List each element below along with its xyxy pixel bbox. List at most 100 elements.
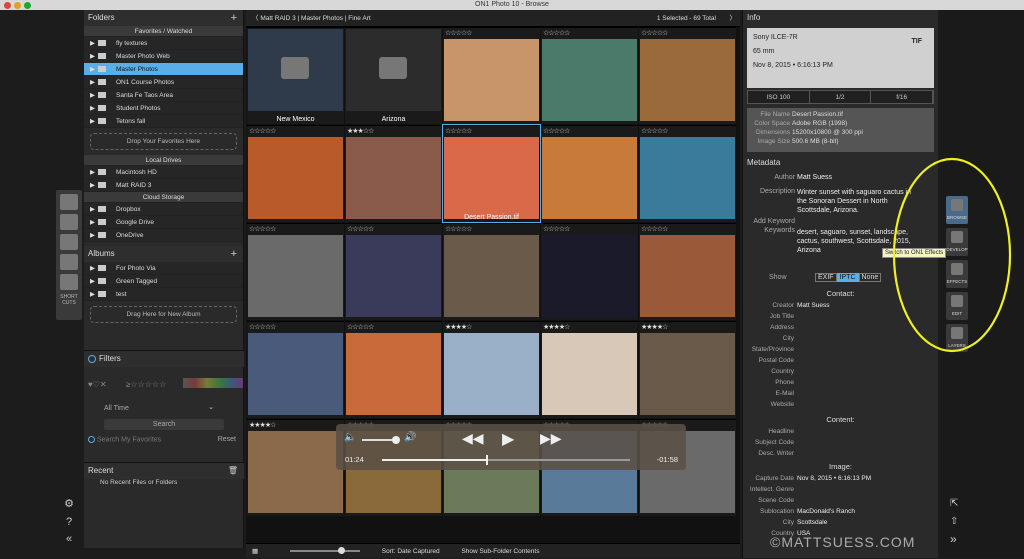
thumbnail-cell[interactable]: ☆☆☆☆☆ [639,125,736,222]
filters-toggle-icon[interactable] [88,354,96,363]
expand-triangle-icon[interactable]: ▶ [90,63,98,75]
thumbnail-cell[interactable]: ☆☆☆☆☆ [443,27,540,124]
cloud-storage-item[interactable]: ▶ Google Drive [84,216,243,229]
search-button[interactable]: Search [104,419,224,430]
thumbnail-image[interactable] [248,333,343,415]
thumbnail-image[interactable] [346,29,441,111]
contact-field-value[interactable]: Matt Suess [797,300,830,311]
thumbnail-image[interactable] [248,137,343,219]
thumbnail-image[interactable] [640,137,735,219]
favorite-folder-item[interactable]: ▶ Tetons fall [84,115,243,128]
expand-triangle-icon[interactable]: ▶ [90,89,98,101]
rating-stars[interactable]: ☆☆☆☆☆ [249,225,276,235]
fast-forward-icon[interactable]: ▶▶ [540,430,562,447]
expand-triangle-icon[interactable]: ▶ [90,37,98,49]
rating-stars[interactable]: ☆☆☆☆☆ [543,225,570,235]
thumbnail-image[interactable] [444,39,539,121]
thumbnail-cell[interactable]: ☆☆☆☆☆ [541,125,638,222]
content-field-row[interactable]: Desc. Writer [743,448,938,459]
thumbnail-cell[interactable]: ☆☆☆☆☆ [639,27,736,124]
image-field-row[interactable]: Sublocation MacDonald's Ranch [743,506,938,517]
star-filter[interactable]: ≥☆☆☆☆☆ [126,380,166,389]
expand-triangle-icon[interactable]: ▶ [90,262,98,274]
folders-shortcut-icon[interactable] [60,194,78,210]
thumbnail-image[interactable] [346,333,441,415]
thumbnail-cell[interactable]: ☆☆☆☆☆ [345,223,442,320]
thumbnail-cell[interactable]: ☆☆☆☆☆ [345,321,442,418]
thumbnail-image[interactable] [640,235,735,317]
thumbnail-image[interactable] [444,235,539,317]
favorites-shortcut-icon[interactable] [60,234,78,250]
grid-view-icon[interactable]: ▦ [252,548,258,555]
camera-shortcut-icon[interactable] [60,214,78,230]
thumbnail-size-slider[interactable] [289,547,360,555]
breadcrumb-item[interactable]: Matt RAID 3 [260,15,295,22]
expand-triangle-icon[interactable]: ▶ [90,166,98,178]
add-folder-icon[interactable]: + [231,10,237,26]
favorite-folder-item[interactable]: ▶ Master Photos [84,63,243,76]
thumbnail-image[interactable] [248,235,343,317]
rating-stars[interactable]: ★★★★☆ [543,323,570,333]
thumbnail-cell[interactable]: ☆☆☆☆☆ [247,321,344,418]
expand-triangle-icon[interactable]: ▶ [90,229,98,241]
local-drives-section[interactable]: Local Drives [84,155,243,166]
thumbnail-image[interactable] [542,235,637,317]
rating-stars[interactable]: ★★★★☆ [249,421,276,431]
rating-stars[interactable]: ★★★★☆ [445,323,472,333]
thumbnail-cell[interactable]: ☆☆☆☆☆ [541,27,638,124]
image-field-row[interactable]: Scene Code [743,495,938,506]
image-field-row[interactable]: Capture Date Nov 8, 2015 • 6:16:13 PM [743,473,938,484]
volume-low-icon[interactable]: 🔈 [344,432,356,443]
contact-field-row[interactable]: Website [743,399,938,410]
expand-triangle-icon[interactable]: ▶ [90,102,98,114]
scrub-bar[interactable] [382,455,630,465]
filters-header[interactable]: Filters [84,351,244,367]
image-field-value[interactable]: MacDonald's Ranch [797,506,855,517]
sort-dropdown[interactable]: Sort: Date Captured [382,548,440,555]
share-icon[interactable]: ⇧ [950,516,958,527]
color-label-filter[interactable] [183,378,243,388]
albums-shortcut-icon[interactable] [60,274,78,290]
rating-stars[interactable]: ★★★★☆ [641,323,668,333]
album-item[interactable]: ▶ test [84,288,243,301]
rating-stars[interactable]: ☆☆☆☆☆ [641,127,668,137]
thumbnail-image[interactable] [640,333,735,415]
rating-stars[interactable]: ★★★☆☆ [347,127,374,137]
close-window-button[interactable] [4,2,11,9]
settings-icon[interactable]: ⚙ [62,497,76,510]
thumbnail-cell[interactable]: New Mexico [247,27,344,124]
rating-stars[interactable]: ☆☆☆☆☆ [543,127,570,137]
info-header[interactable]: Info [743,10,938,26]
thumbnail-cell[interactable]: ☆☆☆☆☆ [247,125,344,222]
thumbnail-cell[interactable]: ☆☆☆☆☆ [639,223,736,320]
add-album-icon[interactable]: + [231,246,237,262]
favorite-folder-item[interactable]: ▶ fly textures [84,37,243,50]
favorite-folder-item[interactable]: ▶ Santa Fe Taos Area [84,89,243,102]
rating-stars[interactable]: ☆☆☆☆☆ [347,323,374,333]
cloud-storage-section[interactable]: Cloud Storage [84,192,243,203]
thumbnail-image[interactable] [248,29,343,111]
image-field-row[interactable]: Intellect. Genre [743,484,938,495]
rating-stars[interactable]: ☆☆☆☆☆ [249,323,276,333]
minimize-window-button[interactable] [14,2,21,9]
cloud-shortcut-icon[interactable] [60,254,78,270]
rating-stars[interactable]: ☆☆☆☆☆ [445,127,472,137]
favorite-folder-item[interactable]: ▶ Master Photo Web [84,50,243,63]
local-drive-item[interactable]: ▶ Macintosh HD [84,166,243,179]
zoom-window-button[interactable] [24,2,31,9]
trash-icon[interactable]: 🗑 [228,463,238,479]
content-field-row[interactable]: Headline [743,426,938,437]
thumbnail-image[interactable] [542,137,637,219]
thumbnail-cell[interactable]: Arizona [345,27,442,124]
expand-triangle-icon[interactable]: ▶ [90,50,98,62]
contact-field-row[interactable]: Phone [743,377,938,388]
help-icon[interactable]: ? [62,516,76,528]
rating-stars[interactable]: ☆☆☆☆☆ [347,225,374,235]
expand-triangle-icon[interactable]: ▶ [90,275,98,287]
thumbnail-image[interactable] [444,137,539,219]
volume-high-icon[interactable]: 🔊 [404,432,416,443]
drop-favorites-zone[interactable]: Drop Your Favorites Here [90,133,237,150]
thumbnail-image[interactable] [542,333,637,415]
thumbnail-cell[interactable]: ★★★★☆ [639,321,736,418]
rewind-icon[interactable]: ◀◀ [462,430,484,447]
